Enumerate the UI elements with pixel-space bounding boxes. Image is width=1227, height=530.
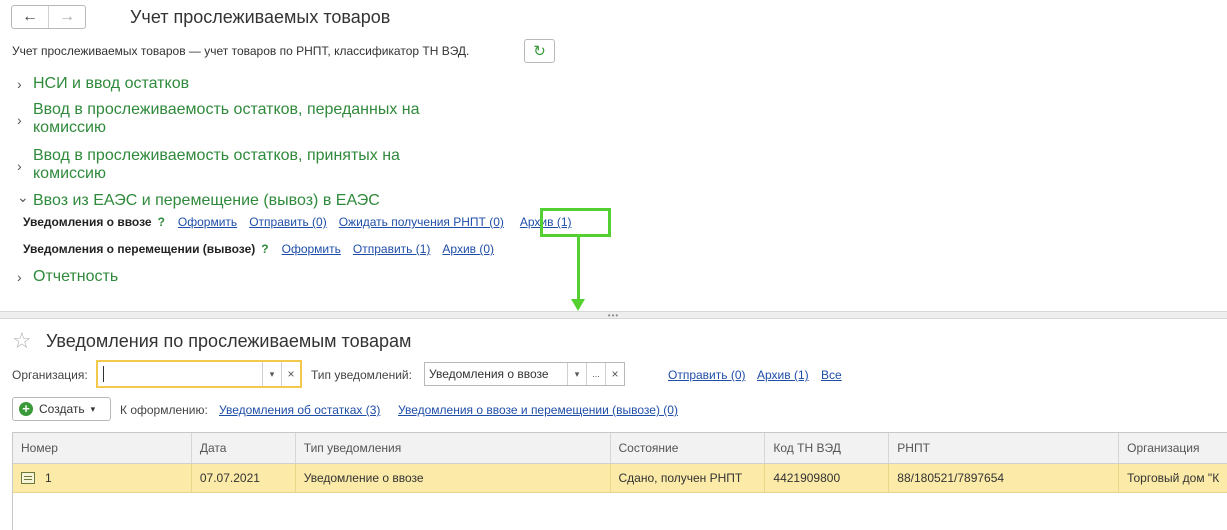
grip-icon: ••• bbox=[607, 310, 620, 320]
link-archive[interactable]: Архив (0) bbox=[442, 242, 494, 256]
star-icon[interactable]: ☆ bbox=[12, 328, 32, 354]
column-header[interactable]: Номер bbox=[13, 433, 192, 463]
cell-rnpt: 88/180521/7897654 bbox=[889, 464, 1120, 492]
notification-type-value[interactable]: Уведомления о ввозе bbox=[425, 363, 567, 385]
chevron-right-icon: › bbox=[17, 158, 22, 174]
help-icon[interactable]: ? bbox=[158, 215, 165, 229]
transfer-notifications-label: Уведомления о перемещении (вывозе) bbox=[23, 242, 256, 256]
table-header: Номер Дата Тип уведомления Состояние Код… bbox=[13, 433, 1227, 464]
link-stock-notifications[interactable]: Уведомления об остатках (3) bbox=[219, 403, 380, 417]
cell-type: Уведомление о ввозе bbox=[296, 464, 611, 492]
group-label[interactable]: НСИ и ввод остатков bbox=[33, 75, 453, 93]
import-notifications-label: Уведомления о ввозе bbox=[23, 215, 152, 229]
notification-type-label: Тип уведомлений: bbox=[311, 368, 412, 382]
link-process[interactable]: Оформить bbox=[282, 242, 341, 256]
cell-number-text: 1 bbox=[45, 471, 52, 485]
clear-icon[interactable]: × bbox=[605, 363, 624, 385]
group-label[interactable]: Ввоз из ЕАЭС и перемещение (вывоз) в ЕАЭ… bbox=[33, 192, 453, 210]
dropdown-icon[interactable]: ▾ bbox=[567, 363, 586, 385]
chevron-down-icon: ⌄ bbox=[17, 189, 29, 205]
refresh-icon[interactable]: ↻ bbox=[524, 39, 555, 63]
transfer-notifications-row: Уведомления о перемещении (вывозе) ? Офо… bbox=[23, 242, 506, 256]
more-icon[interactable]: ... bbox=[586, 363, 605, 385]
organization-label: Организация: bbox=[12, 368, 88, 382]
group-label[interactable]: Отчетность bbox=[33, 268, 453, 286]
column-header[interactable]: Организация bbox=[1119, 433, 1227, 463]
filter-link-send[interactable]: Отправить (0) bbox=[668, 368, 746, 382]
filter-link-all[interactable]: Все bbox=[821, 368, 842, 382]
cell-organization: Торговый дом "К bbox=[1127, 471, 1220, 485]
link-process[interactable]: Оформить bbox=[178, 215, 237, 229]
back-arrow-icon[interactable]: ← bbox=[12, 6, 48, 28]
column-header[interactable]: РНПТ bbox=[889, 433, 1120, 463]
cell-code: 4421909800 bbox=[765, 464, 890, 492]
table-row[interactable]: 1 07.07.2021 Уведомление о ввозе Сдано, … bbox=[13, 464, 1227, 493]
column-header[interactable]: Код ТН ВЭД bbox=[765, 433, 890, 463]
filter-link-archive[interactable]: Архив (1) bbox=[757, 368, 809, 382]
link-await-rnpt[interactable]: Ожидать получения РНПТ (0) bbox=[339, 215, 504, 229]
cell-number: 1 bbox=[13, 464, 192, 492]
organization-input[interactable] bbox=[103, 366, 262, 382]
chevron-right-icon: › bbox=[17, 76, 22, 92]
link-send[interactable]: Отправить (1) bbox=[353, 242, 431, 256]
chevron-right-icon: › bbox=[17, 269, 22, 285]
annotation-arrow bbox=[577, 237, 580, 301]
create-button-label: Создать bbox=[39, 402, 85, 416]
column-header[interactable]: Дата bbox=[192, 433, 296, 463]
group-reporting[interactable]: › Отчетность bbox=[17, 268, 118, 287]
form-title: Уведомления по прослеживаемым товарам bbox=[46, 331, 412, 351]
navigation-buttons: ← → bbox=[11, 5, 86, 29]
group-nsi[interactable]: › НСИ и ввод остатков bbox=[17, 75, 189, 94]
column-header[interactable]: Тип уведомления bbox=[296, 433, 611, 463]
plus-icon: + bbox=[19, 402, 33, 416]
chevron-right-icon: › bbox=[17, 112, 22, 128]
import-notifications-row: Уведомления о ввозе ? Оформить Отправить… bbox=[23, 215, 584, 229]
annotation-arrow-head bbox=[571, 299, 585, 311]
column-header[interactable]: Состояние bbox=[611, 433, 766, 463]
window-title: Учет прослеживаемых товаров bbox=[130, 7, 391, 27]
dropdown-icon[interactable]: ▾ bbox=[262, 362, 281, 386]
cell-status: Сдано, получен РНПТ bbox=[611, 464, 766, 492]
create-button[interactable]: + Создать ▾ bbox=[12, 397, 111, 421]
help-icon[interactable]: ? bbox=[261, 242, 268, 256]
notification-type-field[interactable]: Уведомления о ввозе ▾ ... × bbox=[424, 362, 625, 386]
document-icon bbox=[21, 472, 35, 484]
group-label[interactable]: Ввод в прослеживаемость остатков, переда… bbox=[33, 101, 433, 137]
panel-splitter[interactable]: ••• bbox=[0, 310, 1227, 320]
organization-field[interactable]: ▾ × bbox=[96, 360, 302, 388]
link-send[interactable]: Отправить (0) bbox=[249, 215, 327, 229]
to-process-label: К оформлению: bbox=[120, 403, 208, 417]
forward-arrow-icon[interactable]: → bbox=[48, 6, 85, 28]
cell-date: 07.07.2021 bbox=[192, 464, 296, 492]
clear-icon[interactable]: × bbox=[281, 362, 300, 386]
notifications-table: Номер Дата Тип уведомления Состояние Код… bbox=[12, 432, 1227, 530]
link-import-transfer-notifications[interactable]: Уведомления о ввозе и перемещении (вывоз… bbox=[398, 403, 678, 417]
archive-highlight-box bbox=[540, 208, 611, 237]
dropdown-icon: ▾ bbox=[90, 403, 96, 414]
group-label[interactable]: Ввод в прослеживаемость остатков, принят… bbox=[33, 147, 413, 183]
window-subtitle: Учет прослеживаемых товаров — учет товар… bbox=[12, 44, 470, 58]
